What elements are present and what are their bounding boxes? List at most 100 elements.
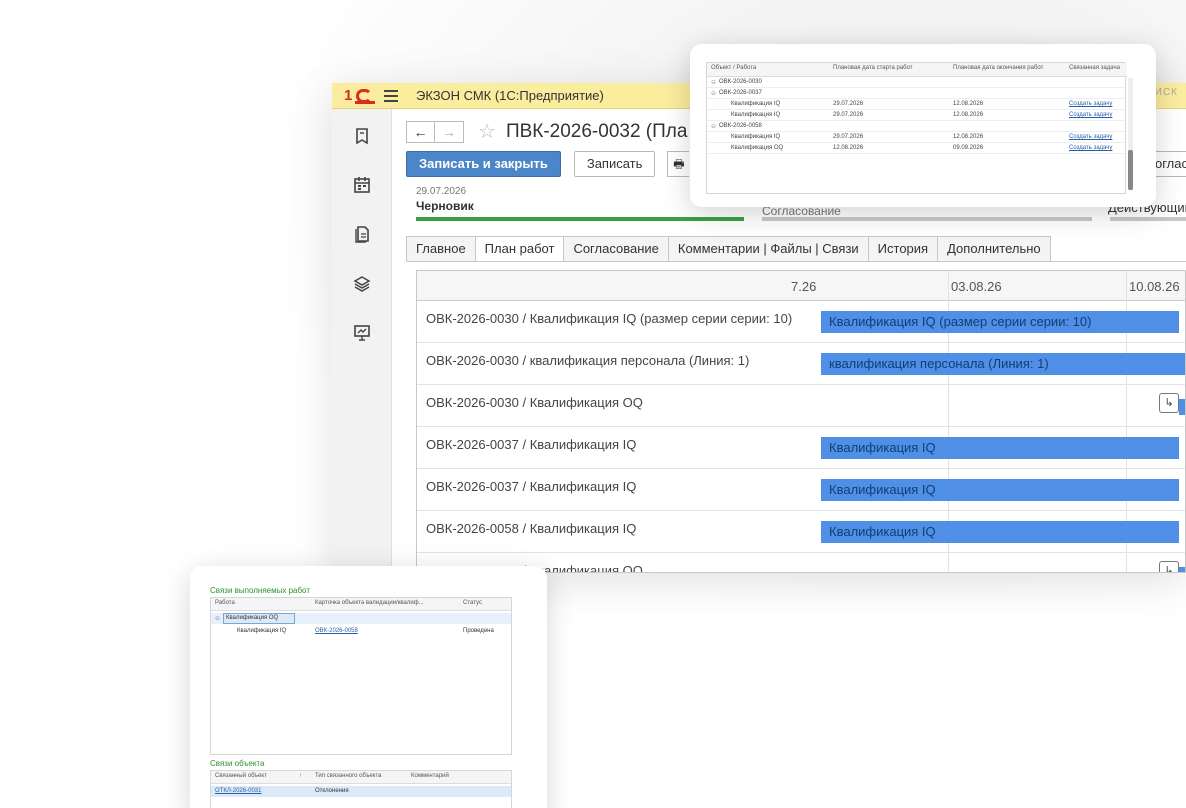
create-task-link[interactable]: Создать задачу bbox=[1069, 112, 1112, 118]
table-cell: ОВК-2026-0058 bbox=[719, 123, 762, 129]
navigation-row: ← → ☆ ПВК-2026-0032 (Пла bbox=[406, 121, 687, 143]
gantt-bar[interactable]: Квалификация IQ bbox=[821, 521, 1179, 543]
table-row[interactable]: ⊖ ОВК-2026-0030 bbox=[707, 77, 1127, 88]
column-header[interactable]: Плановая дата старта работ bbox=[833, 65, 913, 71]
table-cell: ОВК-2026-0030 bbox=[719, 79, 762, 85]
documents-icon[interactable] bbox=[353, 225, 371, 243]
table-cell: Квалификация OQ bbox=[226, 615, 279, 621]
gantt-bar[interactable]: квалификация персонала (Линия: 1) bbox=[821, 353, 1185, 375]
table-row[interactable]: Квалификация IQ 29.07.2026 12.08.2026 Со… bbox=[707, 110, 1127, 121]
column-header[interactable]: Тип связанного объекта bbox=[315, 773, 382, 779]
stage-progress-active bbox=[416, 217, 744, 221]
table-cell: Квалификация OQ bbox=[731, 145, 784, 151]
gantt-row-label: ОВК-2026-0030 / Квалификация OQ bbox=[426, 395, 643, 410]
gantt-bar[interactable] bbox=[1179, 399, 1185, 415]
gantt-row[interactable]: ОВК-2026-0030 / Квалификация IQ (размер … bbox=[417, 301, 1185, 343]
create-task-link[interactable]: Создать задачу bbox=[1069, 134, 1112, 140]
forward-button[interactable]: → bbox=[435, 121, 464, 143]
document-title: ПВК-2026-0032 (Пла bbox=[505, 121, 688, 142]
table-cell: Проведена bbox=[463, 628, 494, 634]
table-cell: 12.08.2026 bbox=[953, 101, 984, 107]
gantt-bar[interactable]: Квалификация IQ bbox=[821, 479, 1179, 501]
favorite-star-icon[interactable]: ☆ bbox=[478, 121, 496, 143]
tab-additional[interactable]: Дополнительно bbox=[938, 236, 1051, 262]
object-links-title: Связи объекта bbox=[210, 759, 265, 768]
table-row[interactable]: Квалификация OQ 12.08.2026 09.09.2026 Со… bbox=[707, 143, 1127, 154]
calendar-icon[interactable] bbox=[353, 176, 371, 194]
menu-icon[interactable] bbox=[384, 89, 398, 102]
table-row[interactable]: Квалификация IQ ОВК-2026-0058 Проведена bbox=[211, 626, 511, 637]
column-header[interactable]: Плановая дата окончания работ bbox=[953, 65, 1043, 71]
1c-logo: 1 bbox=[344, 87, 380, 105]
gantt-bar[interactable]: Квалификация IQ (размер серии серии: 10) bbox=[821, 311, 1179, 333]
print-icon[interactable]: 🖶 bbox=[667, 151, 690, 177]
column-header[interactable]: Комментарий bbox=[411, 773, 449, 779]
dependency-link-icon[interactable]: ↳ bbox=[1159, 561, 1179, 572]
gantt-row-label: ОВК-2026-0037 / Квалификация IQ bbox=[426, 437, 637, 452]
status-date: 29.07.2026 bbox=[416, 186, 467, 197]
save-button[interactable]: Записать bbox=[573, 151, 656, 177]
stage-progress-final bbox=[1110, 217, 1186, 221]
gantt-chart: 7.26 03.08.26 10.08.26 ОВК-2026-0030 / К… bbox=[416, 270, 1186, 573]
table-row[interactable]: Квалификация IQ 29.07.2026 12.08.2026 Со… bbox=[707, 99, 1127, 110]
gantt-bar[interactable] bbox=[1179, 567, 1185, 572]
sidebar bbox=[332, 109, 392, 573]
dependency-link-icon[interactable]: ↳ bbox=[1159, 393, 1179, 413]
column-header[interactable]: Карточка объекта валидации/квалиф... bbox=[315, 600, 424, 606]
tab-main[interactable]: Главное bbox=[406, 236, 476, 262]
table-cell: 12.08.2026 bbox=[833, 145, 864, 151]
layers-icon[interactable] bbox=[353, 275, 371, 293]
table-header: Объект / Работа Плановая дата старта раб… bbox=[707, 63, 1127, 77]
gantt-row[interactable]: ОВК-2026-0030 / Квалификация OQ ↳ bbox=[417, 385, 1185, 427]
app-title: ЭКЗОН СМК (1С:Предприятие) bbox=[416, 88, 604, 103]
tab-work-plan[interactable]: План работ bbox=[475, 236, 565, 262]
column-header[interactable]: Статус bbox=[463, 600, 482, 606]
sort-icon[interactable]: ↑ bbox=[299, 773, 302, 779]
column-header[interactable]: Работа bbox=[215, 600, 235, 606]
gantt-date: 03.08.26 bbox=[951, 279, 1002, 294]
presentation-icon[interactable] bbox=[353, 324, 371, 342]
works-links-table: Работа Карточка объекта валидации/квалиф… bbox=[210, 597, 512, 755]
object-card-link[interactable]: ОВК-2026-0058 bbox=[315, 628, 358, 634]
column-header[interactable]: Связанная задача bbox=[1069, 65, 1120, 71]
create-task-link[interactable]: Создать задачу bbox=[1069, 101, 1112, 107]
gantt-row[interactable]: ОВК-2026-0030 / квалификация персонала (… bbox=[417, 343, 1185, 385]
table-row[interactable]: ⊖ Квалификация OQ bbox=[211, 613, 511, 624]
form-tabs: Главное План работ Согласование Коммента… bbox=[406, 236, 1051, 262]
save-and-close-button[interactable]: Записать и закрыть bbox=[406, 151, 561, 177]
table-cell: 12.08.2026 bbox=[953, 112, 984, 118]
column-header[interactable]: Объект / Работа bbox=[711, 65, 756, 71]
gantt-date: 10.08.26 bbox=[1129, 279, 1180, 294]
create-task-link[interactable]: Создать задачу bbox=[1069, 145, 1112, 151]
work-plan-table: Объект / Работа Плановая дата старта раб… bbox=[706, 62, 1127, 194]
table-row[interactable]: ⊖ ОВК-2026-0037 bbox=[707, 88, 1127, 99]
table-cell: Квалификация IQ bbox=[731, 101, 781, 107]
bookmark-icon[interactable] bbox=[353, 127, 371, 145]
command-bar: Записать и закрыть Записать 🖶 bbox=[406, 151, 690, 177]
table-row[interactable]: Квалификация IQ 29.07.2026 12.08.2026 Со… bbox=[707, 132, 1127, 143]
scrollbar-thumb[interactable] bbox=[1128, 150, 1133, 190]
tab-comments-files-links[interactable]: Комментарии | Файлы | Связи bbox=[668, 236, 869, 262]
table-row[interactable]: ⊖ ОВК-2026-0058 bbox=[707, 121, 1127, 132]
collapse-icon[interactable]: ⊖ bbox=[711, 123, 716, 130]
gantt-row[interactable]: ОВК-2026-0037 / Квалификация IQ Квалифик… bbox=[417, 427, 1185, 469]
back-button[interactable]: ← bbox=[406, 121, 435, 143]
collapse-icon[interactable]: ⊖ bbox=[215, 615, 220, 622]
table-cell: Квалификация IQ bbox=[237, 628, 287, 634]
gantt-bar[interactable]: Квалификация IQ bbox=[821, 437, 1179, 459]
table-cell: 29.07.2026 bbox=[833, 101, 864, 107]
collapse-icon[interactable]: ⊖ bbox=[711, 90, 716, 97]
column-header[interactable]: Связанный объект bbox=[215, 773, 267, 779]
table-row[interactable]: ОТКЛ-2026-0031 Отклонения bbox=[211, 786, 511, 797]
tab-history[interactable]: История bbox=[868, 236, 939, 262]
gantt-row[interactable]: ОВК-2026-0058 / Квалификация IQ Квалифик… bbox=[417, 511, 1185, 553]
tab-approval[interactable]: Согласование bbox=[564, 236, 669, 262]
gantt-row-label: ОВК-2026-0030 / Квалификация IQ (размер … bbox=[426, 311, 793, 326]
collapse-icon[interactable]: ⊖ bbox=[711, 79, 716, 86]
linked-object-link[interactable]: ОТКЛ-2026-0031 bbox=[215, 788, 261, 794]
gantt-row[interactable]: ОВК-2026-0037 / Квалификация IQ Квалифик… bbox=[417, 469, 1185, 511]
tabs-divider bbox=[406, 261, 1186, 262]
table-cell: Квалификация IQ bbox=[731, 134, 781, 140]
table-cell: Отклонения bbox=[315, 788, 349, 794]
status-current: Черновик bbox=[416, 199, 474, 213]
